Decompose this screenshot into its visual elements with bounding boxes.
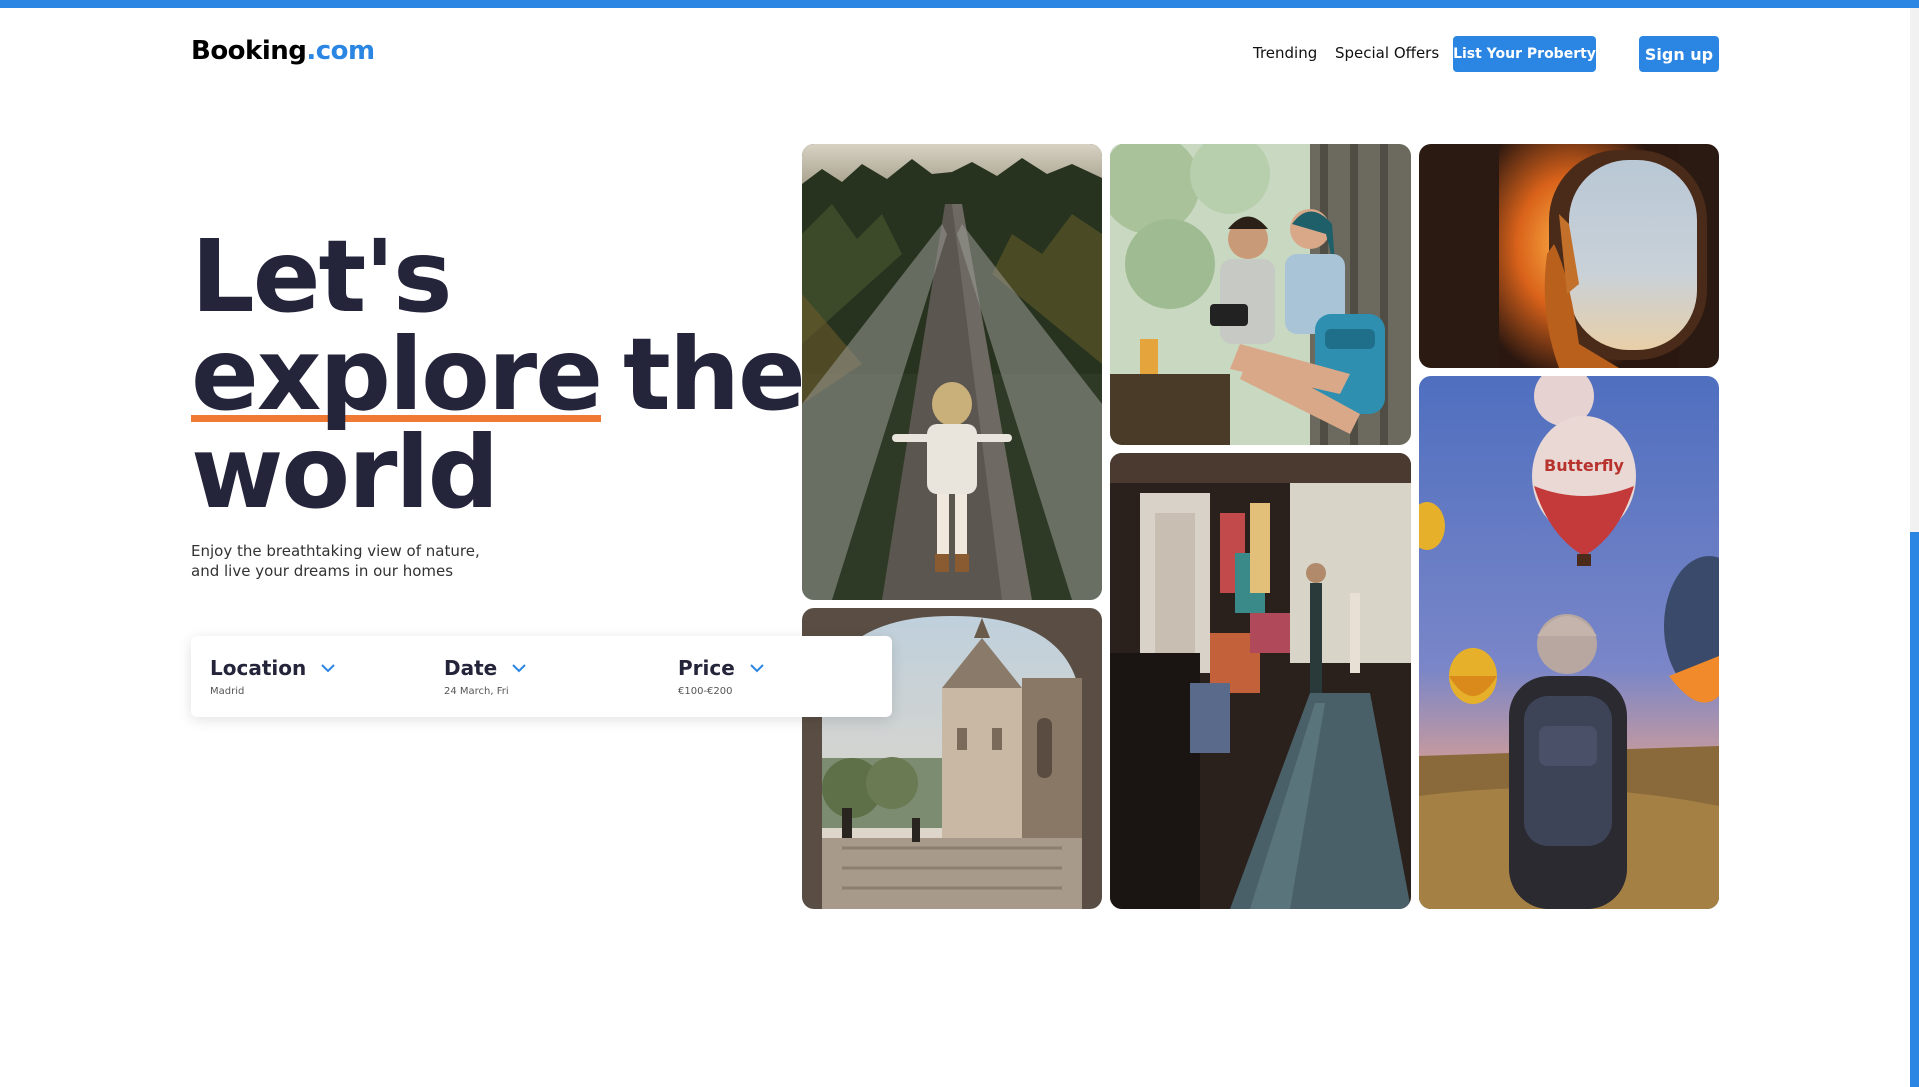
top-accent-bar — [0, 0, 1919, 8]
list-property-button[interactable]: List Your Proberty — [1453, 36, 1596, 72]
logo-tld: .com — [306, 36, 375, 66]
balloon-logo-text: Butterfly — [1544, 456, 1624, 475]
hero-line-2: explore the — [191, 325, 806, 425]
hero-underlined-word: explore — [191, 316, 603, 433]
location-value: Madrid — [210, 686, 245, 697]
hero-word-the: the — [623, 316, 806, 433]
couple-camera-photo — [1110, 144, 1411, 445]
hero-line-3: world — [191, 414, 499, 531]
market-street-photo — [1110, 453, 1411, 909]
date-label: Date — [444, 656, 498, 680]
scrollbar-thumb[interactable] — [1910, 532, 1919, 1087]
hero-subtitle-line-2: and live your dreams in our homes — [191, 562, 454, 580]
location-dropdown[interactable]: Location Madrid — [210, 656, 336, 697]
hero-heading: Let's explore the world — [191, 218, 806, 531]
logo-brand: Booking — [191, 36, 307, 66]
location-label: Location — [210, 656, 307, 680]
date-dropdown[interactable]: Date 24 March, Fri — [444, 656, 527, 697]
hero-subtitle: Enjoy the breathtaking view of nature, a… — [191, 541, 511, 581]
date-value: 24 March, Fri — [444, 686, 509, 697]
price-label: Price — [678, 656, 735, 680]
chevron-down-icon — [321, 658, 336, 677]
scrollbar-track[interactable] — [1910, 8, 1919, 1087]
logo[interactable]: Booking.com — [191, 36, 375, 66]
nav-trending-link[interactable]: Trending — [1253, 44, 1317, 62]
signup-button[interactable]: Sign up — [1639, 36, 1719, 72]
price-dropdown[interactable]: Price €100-€200 — [678, 656, 764, 697]
price-value: €100-€200 — [678, 686, 733, 697]
chevron-down-icon — [512, 658, 527, 677]
chevron-down-icon — [750, 658, 764, 677]
airplane-window-photo — [1419, 144, 1719, 368]
search-card: Location Madrid Date 24 March, Fri Price… — [191, 636, 892, 717]
hero-subtitle-line-1: Enjoy the breathtaking view of nature, — [191, 542, 480, 560]
nav-special-offers-link[interactable]: Special Offers — [1335, 44, 1439, 62]
hero-line-1: Let's — [191, 218, 452, 335]
hot-air-balloons-photo: Butterfly — [1419, 376, 1719, 909]
bridge-forest-photo — [802, 144, 1102, 600]
